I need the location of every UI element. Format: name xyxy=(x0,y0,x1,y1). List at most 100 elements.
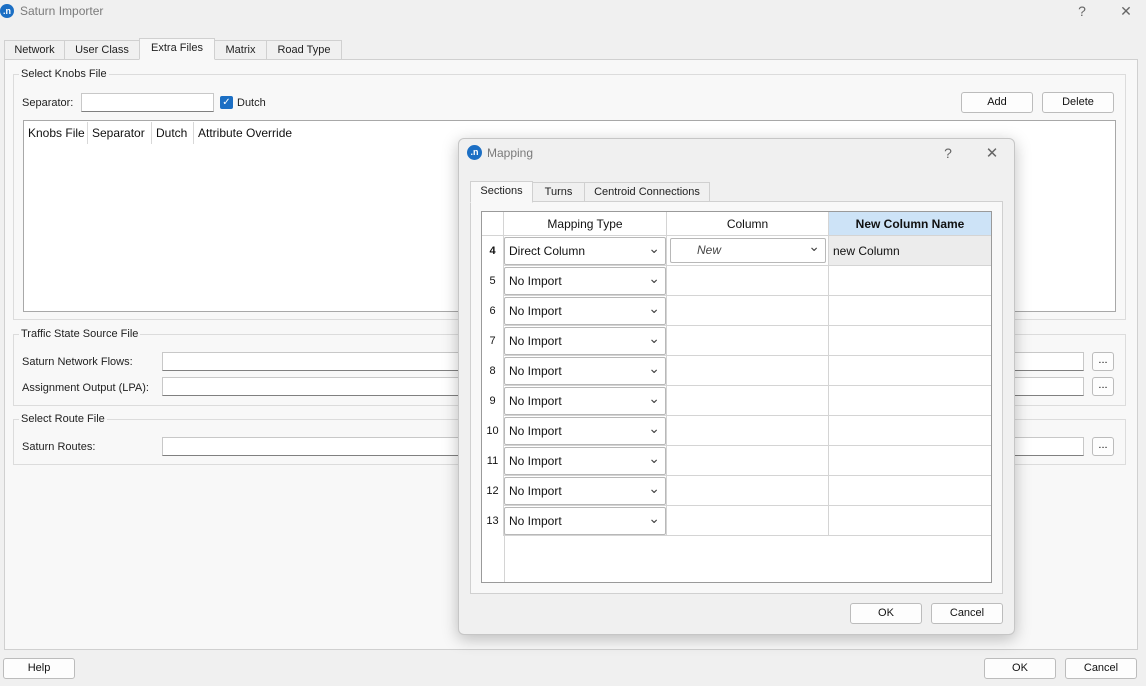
chevron-down-icon: ⌄ xyxy=(648,450,660,466)
chevron-down-icon: ⌄ xyxy=(648,360,660,376)
ok-button[interactable]: OK xyxy=(984,658,1056,679)
delete-button[interactable]: Delete xyxy=(1042,92,1114,113)
help-icon[interactable]: ? xyxy=(1074,3,1090,19)
cell-new-column-name[interactable] xyxy=(829,356,991,386)
tab-turns[interactable]: Turns xyxy=(532,182,585,202)
mapping-type-select[interactable]: No Import ⌄ xyxy=(504,297,666,325)
row-number: 6 xyxy=(482,296,504,326)
mapping-dialog: .n Mapping ? ✕ Sections Turns Centroid C… xyxy=(458,138,1015,635)
table-row: 5 No Import ⌄ xyxy=(482,266,991,296)
table-row: 10 No Import ⌄ xyxy=(482,416,991,446)
knobs-col-dutch[interactable]: Dutch xyxy=(152,122,194,144)
app-logo-icon: .n xyxy=(0,4,14,18)
dialog-cancel-button[interactable]: Cancel xyxy=(931,603,1003,624)
chevron-down-icon: ⌄ xyxy=(648,330,660,346)
cell-column[interactable] xyxy=(667,506,829,536)
assignment-output-label: Assignment Output (LPA): xyxy=(22,382,149,394)
table-row: 9 No Import ⌄ xyxy=(482,386,991,416)
header-mapping-type[interactable]: Mapping Type xyxy=(504,212,667,236)
tab-user-class[interactable]: User Class xyxy=(64,40,140,60)
mapping-grid[interactable]: Mapping Type Column New Column Name 4 Dir… xyxy=(481,211,992,583)
mapping-type-select[interactable]: No Import ⌄ xyxy=(504,447,666,475)
table-row: 4 Direct Column ⌄ New ⌄ new Column xyxy=(482,236,991,266)
dialog-title: Mapping xyxy=(487,146,534,160)
header-new-column-name[interactable]: New Column Name xyxy=(829,212,991,236)
mapping-type-select[interactable]: No Import ⌄ xyxy=(504,477,666,505)
knobs-col-attribute-override[interactable]: Attribute Override xyxy=(194,122,304,144)
table-row: 11 No Import ⌄ xyxy=(482,446,991,476)
column-select[interactable]: New ⌄ xyxy=(670,238,826,263)
row-number: 5 xyxy=(482,266,504,296)
saturn-routes-browse-button[interactable]: ... xyxy=(1092,437,1114,456)
mapping-type-select[interactable]: No Import ⌄ xyxy=(504,387,666,415)
cell-new-column-name[interactable] xyxy=(829,296,991,326)
title-bar: .n Saturn Importer ? ✕ xyxy=(0,0,1146,24)
knobs-group-title: Select Knobs File xyxy=(19,68,109,80)
network-flows-label: Saturn Network Flows: xyxy=(22,356,133,368)
mapping-type-select[interactable]: No Import ⌄ xyxy=(504,357,666,385)
row-number: 8 xyxy=(482,356,504,386)
mapping-type-value: No Import xyxy=(509,484,562,498)
mapping-type-value: No Import xyxy=(509,454,562,468)
table-row: 12 No Import ⌄ xyxy=(482,476,991,506)
cell-column[interactable] xyxy=(667,386,829,416)
table-row: 7 No Import ⌄ xyxy=(482,326,991,356)
chevron-down-icon: ⌄ xyxy=(648,390,660,406)
cell-new-column-name[interactable] xyxy=(829,506,991,536)
tab-extra-files[interactable]: Extra Files xyxy=(139,38,215,60)
separator-label: Separator: xyxy=(22,97,74,109)
network-flows-browse-button[interactable]: ... xyxy=(1092,352,1114,371)
new-column-name-value[interactable]: new Column xyxy=(833,236,900,266)
cell-column[interactable] xyxy=(667,266,829,296)
knobs-col-separator[interactable]: Separator xyxy=(88,122,152,144)
tab-sections[interactable]: Sections xyxy=(470,181,533,203)
help-button[interactable]: Help xyxy=(3,658,75,679)
knobs-col-file[interactable]: Knobs File xyxy=(24,122,88,144)
cell-column[interactable] xyxy=(667,326,829,356)
cell-column[interactable] xyxy=(667,356,829,386)
dialog-help-icon[interactable]: ? xyxy=(940,145,956,161)
cell-column[interactable] xyxy=(667,416,829,446)
route-group-title: Select Route File xyxy=(19,413,107,425)
mapping-type-select[interactable]: Direct Column ⌄ xyxy=(504,237,666,265)
dutch-checkbox[interactable]: ✓ xyxy=(220,96,233,109)
table-row: 8 No Import ⌄ xyxy=(482,356,991,386)
cell-new-column-name[interactable] xyxy=(829,326,991,356)
chevron-down-icon: ⌄ xyxy=(648,420,660,436)
traffic-group-title: Traffic State Source File xyxy=(19,328,141,340)
mapping-type-select[interactable]: No Import ⌄ xyxy=(504,327,666,355)
row-number: 11 xyxy=(482,446,504,476)
mapping-type-value: No Import xyxy=(509,394,562,408)
tab-road-type[interactable]: Road Type xyxy=(266,40,342,60)
header-column[interactable]: Column xyxy=(667,212,829,236)
dialog-ok-button[interactable]: OK xyxy=(850,603,922,624)
mapping-type-select[interactable]: No Import ⌄ xyxy=(504,267,666,295)
mapping-type-value: No Import xyxy=(509,424,562,438)
dialog-close-icon[interactable]: ✕ xyxy=(984,144,1000,162)
cell-column[interactable] xyxy=(667,476,829,506)
assignment-output-browse-button[interactable]: ... xyxy=(1092,377,1114,396)
close-icon[interactable]: ✕ xyxy=(1118,3,1134,20)
cell-new-column-name[interactable] xyxy=(829,386,991,416)
tab-network[interactable]: Network xyxy=(4,40,65,60)
mapping-type-value: No Import xyxy=(509,274,562,288)
cell-column[interactable] xyxy=(667,296,829,326)
mapping-type-select[interactable]: No Import ⌄ xyxy=(504,507,666,535)
mapping-type-value: No Import xyxy=(509,364,562,378)
add-button[interactable]: Add xyxy=(961,92,1033,113)
cell-new-column-name[interactable] xyxy=(829,266,991,296)
mapping-type-select[interactable]: No Import ⌄ xyxy=(504,417,666,445)
cell-new-column-name[interactable] xyxy=(829,416,991,446)
cell-column[interactable] xyxy=(667,446,829,476)
tab-matrix[interactable]: Matrix xyxy=(214,40,267,60)
mapping-type-value: No Import xyxy=(509,304,562,318)
mapping-type-value: No Import xyxy=(509,334,562,348)
cell-new-column-name[interactable] xyxy=(829,446,991,476)
tab-centroid-connections[interactable]: Centroid Connections xyxy=(584,182,710,202)
row-number: 7 xyxy=(482,326,504,356)
cell-new-column-name[interactable] xyxy=(829,476,991,506)
separator-input[interactable] xyxy=(81,93,214,112)
cancel-button[interactable]: Cancel xyxy=(1065,658,1137,679)
grid-empty-divider xyxy=(504,534,505,582)
row-number: 4 xyxy=(482,236,504,266)
